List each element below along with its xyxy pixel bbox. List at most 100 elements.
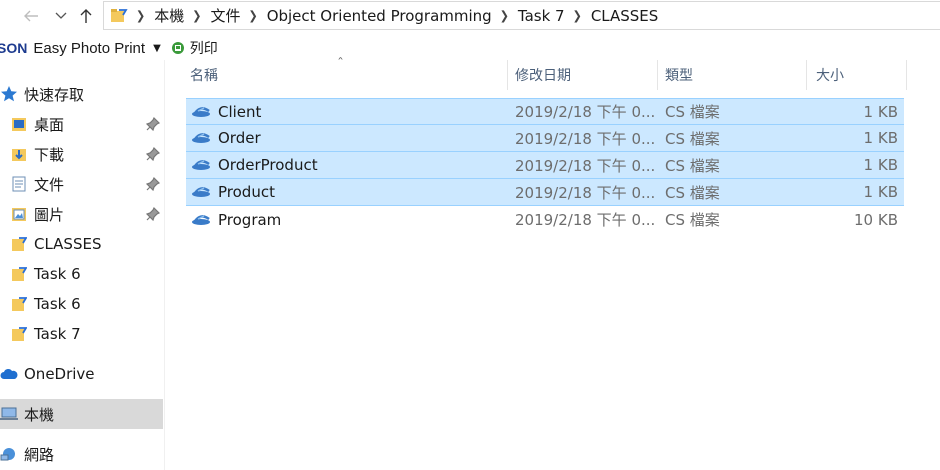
- file-date: 2019/2/18 下午 0...: [515, 156, 656, 175]
- nav-folder-task7[interactable]: Task 7: [0, 319, 163, 349]
- nav-documents[interactable]: 文件: [0, 169, 163, 199]
- back-button[interactable]: [20, 2, 42, 30]
- file-date: 2019/2/18 下午 0...: [515, 103, 656, 121]
- nav-desktop[interactable]: 桌面: [0, 109, 163, 139]
- file-size: 1 KB: [863, 156, 898, 174]
- nav-label: Task 6: [34, 265, 81, 283]
- column-label: 修改日期: [515, 68, 571, 84]
- column-header-name[interactable]: ˄ 名稱: [186, 57, 508, 90]
- address-input[interactable]: ❯ 本機 ❯ 文件 ❯ Object Oriented Programming …: [103, 1, 940, 30]
- column-label: 名稱: [190, 68, 218, 84]
- folder-icon: [10, 295, 28, 313]
- chevron-down-icon: [55, 12, 67, 19]
- file-name: OrderProduct: [218, 156, 318, 174]
- back-arrow-icon: [24, 10, 38, 22]
- file-date: 2019/2/18 下午 0...: [515, 183, 656, 202]
- nav-downloads[interactable]: 下載: [0, 139, 163, 169]
- dropdown-caret-icon[interactable]: ▼: [153, 43, 161, 54]
- folder-icon: [10, 265, 28, 283]
- nav-pictures[interactable]: 圖片: [0, 199, 163, 229]
- address-bar-row: ❯ 本機 ❯ 文件 ❯ Object Oriented Programming …: [0, 0, 940, 32]
- file-name: Program: [218, 210, 282, 229]
- file-name: Order: [218, 129, 261, 147]
- download-folder-icon: [10, 145, 28, 163]
- star-icon: [0, 85, 18, 103]
- pin-icon[interactable]: [145, 146, 161, 162]
- nav-label: 網路: [24, 445, 55, 464]
- crumb-separator-icon[interactable]: ❯: [192, 8, 201, 22]
- column-header-size[interactable]: 大小: [807, 60, 907, 90]
- nav-label: 快速存取: [24, 85, 85, 104]
- file-row[interactable]: Client 2019/2/18 下午 0... CS 檔案 1 KB: [186, 98, 904, 125]
- csharp-file-icon: [190, 131, 212, 145]
- nav-this-pc[interactable]: 本機: [0, 399, 163, 429]
- cloud-icon: [0, 365, 18, 383]
- nav-label: 桌面: [34, 115, 65, 134]
- file-date: 2019/2/18 下午 0...: [515, 211, 656, 229]
- nav-label: OneDrive: [24, 365, 95, 383]
- column-label: 大小: [816, 68, 844, 84]
- nav-label: 圖片: [34, 205, 65, 224]
- sort-ascending-icon: ˄: [337, 57, 344, 68]
- pin-icon[interactable]: [145, 176, 161, 192]
- nav-label: CLASSES: [34, 235, 102, 253]
- file-size: 1 KB: [863, 129, 898, 147]
- folder-location-icon: [110, 7, 128, 25]
- file-list: Client 2019/2/18 下午 0... CS 檔案 1 KB Orde…: [186, 98, 904, 233]
- column-header-row: ˄ 名稱 修改日期 類型 大小: [186, 57, 907, 90]
- column-label: 類型: [665, 68, 693, 84]
- crumb-separator-icon[interactable]: ❯: [500, 8, 509, 22]
- csharp-file-icon: [190, 213, 212, 227]
- nav-label: Task 7: [34, 325, 81, 343]
- easy-photo-print-button[interactable]: Easy Photo Print: [33, 40, 145, 57]
- print-button[interactable]: 列印: [171, 38, 218, 58]
- file-row[interactable]: Order 2019/2/18 下午 0... CS 檔案 1 KB: [186, 125, 904, 152]
- csharp-file-icon: [190, 105, 212, 119]
- recent-locations-button[interactable]: [50, 2, 72, 30]
- computer-icon: [0, 405, 18, 423]
- csharp-file-icon: [190, 185, 212, 199]
- file-size: 1 KB: [863, 102, 898, 121]
- file-row[interactable]: Program 2019/2/18 下午 0... CS 檔案 10 KB: [186, 206, 904, 233]
- file-type: CS 檔案: [665, 129, 720, 148]
- nav-label: 文件: [34, 175, 65, 194]
- up-arrow-icon: [80, 9, 92, 23]
- nav-onedrive[interactable]: OneDrive: [0, 359, 163, 389]
- pin-icon[interactable]: [145, 206, 161, 222]
- nav-folder-classes[interactable]: CLASSES: [0, 229, 163, 259]
- print-icon: [171, 42, 184, 54]
- crumb-separator-icon[interactable]: ❯: [573, 8, 582, 22]
- file-size: 10 KB: [854, 210, 898, 229]
- brand-label: SON: [0, 40, 28, 56]
- crumb-separator-icon[interactable]: ❯: [136, 8, 145, 22]
- column-header-date[interactable]: 修改日期: [508, 60, 658, 90]
- pin-icon[interactable]: [145, 116, 161, 132]
- breadcrumb-item[interactable]: 本機: [154, 5, 184, 26]
- file-size: 1 KB: [863, 183, 898, 201]
- file-name: Client: [218, 102, 262, 121]
- file-row[interactable]: Product 2019/2/18 下午 0... CS 檔案 1 KB: [186, 179, 904, 206]
- breadcrumb-item[interactable]: Object Oriented Programming: [267, 7, 492, 25]
- breadcrumb-item[interactable]: 文件: [210, 5, 240, 26]
- folder-icon: [10, 235, 28, 253]
- up-button[interactable]: [75, 2, 97, 30]
- column-header-type[interactable]: 類型: [658, 60, 807, 90]
- nav-folder-task6[interactable]: Task 6: [0, 289, 163, 319]
- nav-network[interactable]: 網路: [0, 439, 163, 469]
- nav-label: 下載: [34, 145, 65, 164]
- command-toolbar: SON Easy Photo Print ▼ 列印: [0, 36, 940, 60]
- print-label: 列印: [189, 41, 218, 57]
- nav-folder-task6[interactable]: Task 6: [0, 259, 163, 289]
- nav-quick-access[interactable]: 快速存取: [0, 79, 163, 109]
- file-type: CS 檔案: [665, 103, 720, 121]
- document-icon: [10, 175, 28, 193]
- breadcrumb-item[interactable]: Task 7: [518, 7, 565, 25]
- folder-icon: [10, 325, 28, 343]
- file-row[interactable]: OrderProduct 2019/2/18 下午 0... CS 檔案 1 K…: [186, 152, 904, 179]
- breadcrumb-item[interactable]: CLASSES: [591, 7, 658, 25]
- crumb-separator-icon[interactable]: ❯: [248, 8, 257, 22]
- navigation-pane: 快速存取 桌面 下載 文件 圖片 CLASSES Task 6 Task 6 T…: [0, 60, 165, 470]
- file-type: CS 檔案: [665, 156, 720, 175]
- file-type: CS 檔案: [665, 211, 720, 229]
- csharp-file-icon: [190, 158, 212, 172]
